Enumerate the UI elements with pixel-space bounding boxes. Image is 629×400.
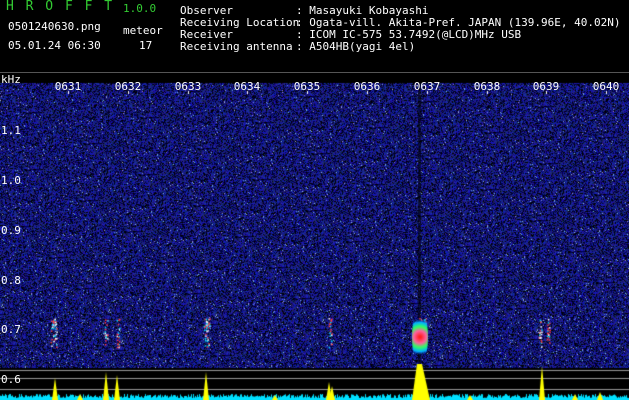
meteor-label: meteor — [123, 24, 163, 37]
x-tick-label: 0631 — [54, 80, 82, 93]
x-tick-label: 0633 — [174, 80, 202, 93]
file-name: 0501240630.png — [8, 20, 101, 33]
y-tick-label: 0.8 — [1, 274, 21, 287]
x-tick-label: 0639 — [532, 80, 560, 93]
meteor-count: 17 — [139, 39, 153, 52]
x-tick-label: 0636 — [353, 80, 381, 93]
spectrogram-canvas — [0, 73, 629, 400]
x-tick-label: 0632 — [114, 80, 142, 93]
file-datetime: 05.01.24 06:30 — [8, 39, 101, 52]
y-tick-label: 0.9 — [1, 224, 21, 237]
app-name: H R O F F T — [6, 0, 115, 14]
x-tick-label: 0640 — [592, 80, 620, 93]
y-tick-label: 0.7 — [1, 323, 21, 336]
x-tick-label: 0637 — [413, 80, 441, 93]
y-axis-unit: kHz — [1, 73, 21, 86]
app-version: 1.0.0 — [123, 2, 157, 15]
y-tick-label: 0.6 — [1, 373, 21, 386]
y-tick-label: 1.1 — [1, 124, 21, 137]
antenna-value: : A504HB(yagi 4el) — [296, 40, 416, 53]
header-panel: H R O F F T 1.0.0 0501240630.png 05.01.2… — [0, 0, 629, 72]
x-tick-label: 0638 — [473, 80, 501, 93]
antenna-key: Receiving antenna — [180, 40, 293, 53]
x-tick-label: 0635 — [293, 80, 321, 93]
y-tick-label: 1.0 — [1, 174, 21, 187]
x-tick-label: 0634 — [233, 80, 261, 93]
